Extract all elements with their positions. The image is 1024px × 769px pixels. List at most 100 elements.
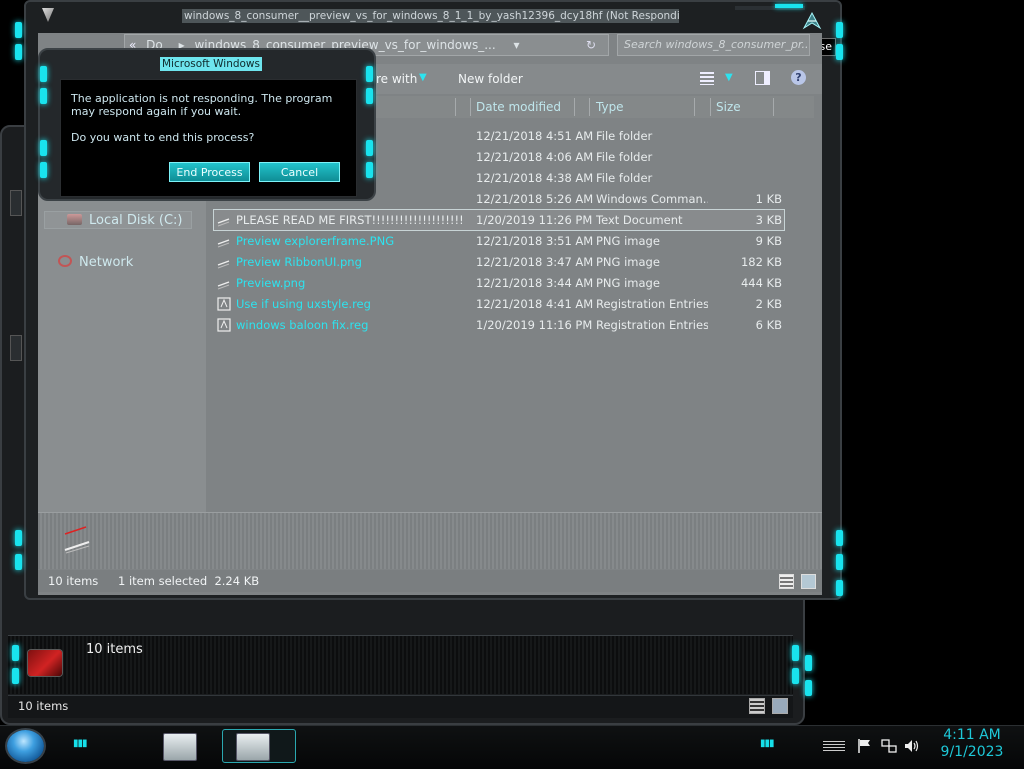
close-icon	[802, 11, 822, 30]
bg-left-decoration	[10, 190, 22, 216]
bg-left-decoration	[10, 335, 22, 361]
dialog-frame-light	[366, 88, 373, 104]
close-button[interactable]	[801, 10, 823, 32]
file-name: Preview.png	[236, 276, 306, 290]
search-input[interactable]: Search windows_8_consumer_pr...	[617, 34, 810, 56]
new-folder-button[interactable]: New folder	[458, 72, 523, 86]
title-accent-light	[775, 4, 803, 8]
column-separator[interactable]	[589, 98, 590, 116]
frame-light	[15, 44, 22, 60]
file-size: 1 KB	[755, 192, 782, 206]
bg-status-bar	[8, 695, 793, 718]
taskbar-decoration: ▮▮▮	[760, 738, 774, 749]
refresh-icon[interactable]: ↻	[586, 38, 596, 52]
preview-pane-icon[interactable]	[755, 71, 770, 85]
file-type: Text Document	[596, 213, 683, 227]
image-file-icon	[217, 281, 230, 290]
bg-view-tiles-icon[interactable]	[772, 698, 788, 714]
file-name: Preview explorerframe.PNG	[236, 234, 395, 248]
bg-view-details-icon[interactable]	[749, 698, 765, 714]
taskbar-app-explorer[interactable]	[163, 733, 197, 761]
chevron-down-icon[interactable]: ▼	[725, 72, 733, 83]
column-date-modified[interactable]: Date modified	[476, 100, 561, 114]
network-icon[interactable]	[881, 738, 897, 754]
frame-light	[15, 530, 22, 546]
dialog-frame-light	[40, 162, 47, 178]
view-options-icon[interactable]	[700, 72, 714, 85]
taskbar-decoration: ▮▮▮	[73, 738, 87, 749]
file-row[interactable]: Preview explorerframe.PNG 12/21/2018 3:5…	[214, 231, 784, 251]
file-type: Windows Comman...	[596, 192, 708, 206]
file-date: 12/21/2018 3:47 AM	[476, 255, 594, 269]
network-icon	[58, 255, 72, 267]
chevron-down-icon[interactable]: ▾	[513, 38, 519, 52]
file-type: File folder	[596, 171, 653, 185]
column-separator[interactable]	[773, 98, 774, 116]
bg-frame-light	[805, 655, 812, 671]
column-type[interactable]: Type	[596, 100, 624, 114]
start-button[interactable]	[7, 730, 44, 762]
file-date: 1/20/2019 11:16 PM	[476, 318, 593, 332]
window-title: windows_8_consumer__preview_vs_for_windo…	[182, 9, 679, 23]
tiles-view-icon[interactable]	[801, 574, 816, 589]
column-size[interactable]: Size	[716, 100, 741, 114]
help-icon[interactable]: ?	[791, 70, 806, 85]
cancel-button[interactable]: Cancel	[259, 162, 340, 182]
file-name: Preview RibbonUI.png	[236, 255, 362, 269]
column-separator[interactable]	[455, 98, 456, 116]
text-file-thumbnail-icon	[64, 526, 90, 554]
dialog-frame-light	[366, 140, 373, 156]
file-size: 3 KB	[755, 213, 782, 227]
bg-details-text: 10 items	[86, 642, 143, 657]
dialog-frame-light	[366, 66, 373, 82]
volume-icon[interactable]	[904, 738, 920, 754]
column-separator[interactable]	[470, 98, 471, 116]
file-date: 12/21/2018 4:38 AM	[476, 171, 594, 185]
details-pane	[38, 512, 822, 569]
network-nav-item[interactable]: Network	[79, 255, 133, 270]
frame-light	[836, 580, 843, 596]
file-row-selected[interactable]: PLEASE READ ME FIRST!!!!!!!!!!!!!!!!!!!!…	[213, 209, 785, 231]
file-row[interactable]: Preview.png 12/21/2018 3:44 AM PNG image…	[214, 273, 784, 293]
file-type: File folder	[596, 129, 653, 143]
details-view-icon[interactable]	[779, 574, 794, 589]
file-row[interactable]: windows baloon fix.reg 1/20/2019 11:16 P…	[214, 315, 784, 335]
column-separator[interactable]	[574, 98, 575, 116]
frame-light	[836, 530, 843, 546]
bg-frame-light	[792, 668, 799, 684]
image-file-icon	[217, 260, 230, 269]
file-type: File folder	[596, 150, 653, 164]
column-separator[interactable]	[694, 98, 695, 116]
taskbar-clock[interactable]: 4:11 AM 9/1/2023	[932, 727, 1012, 761]
frame-light	[836, 554, 843, 570]
frame-light	[836, 44, 843, 60]
frame-light	[15, 554, 22, 570]
file-date: 1/20/2019 11:26 PM	[476, 213, 593, 227]
show-hidden-icons[interactable]	[823, 741, 845, 751]
bg-frame-light	[805, 680, 812, 696]
file-row[interactable]: Use if using uxstyle.reg 12/21/2018 4:41…	[214, 294, 784, 314]
taskbar-app-active[interactable]	[236, 733, 270, 761]
flag-icon[interactable]	[857, 738, 873, 754]
frame-light	[15, 22, 22, 38]
file-name: PLEASE READ ME FIRST!!!!!!!!!!!!!!!!!!!!…	[236, 213, 464, 227]
clock-time: 4:11 AM	[943, 727, 1001, 743]
drive-icon	[67, 214, 82, 225]
local-disk-label: Local Disk (C:)	[89, 213, 183, 228]
registry-file-icon	[217, 318, 231, 332]
column-separator[interactable]	[710, 98, 711, 116]
file-name: Use if using uxstyle.reg	[236, 297, 371, 311]
file-date: 12/21/2018 4:41 AM	[476, 297, 594, 311]
dialog-frame-light	[40, 66, 47, 82]
bg-frame-light	[792, 645, 799, 661]
file-name: windows baloon fix.reg	[236, 318, 369, 332]
text-file-icon	[217, 218, 230, 227]
end-process-button[interactable]: End Process	[169, 162, 250, 182]
bg-item-thumbnail	[28, 650, 62, 676]
bg-frame-light	[12, 668, 19, 684]
file-type: PNG image	[596, 276, 660, 290]
file-row[interactable]: Preview RibbonUI.png 12/21/2018 3:47 AM …	[214, 252, 784, 272]
clock-date: 9/1/2023	[940, 744, 1004, 760]
dialog-message: The application is not responding. The p…	[71, 92, 333, 118]
share-with-button[interactable]: re with	[376, 72, 417, 86]
